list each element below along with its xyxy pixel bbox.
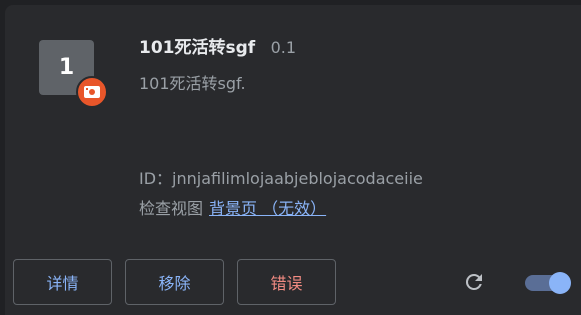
extension-title-row: 101死活转sgf 0.1 [139,36,296,60]
details-button[interactable]: 详情 [13,259,112,305]
remove-button[interactable]: 移除 [125,259,224,305]
unpacked-extension-icon [76,76,108,108]
extension-id-label: ID： [139,169,173,188]
inspect-views-row: 检查视图 背景页 （无效） [139,197,326,221]
extension-description: 101死活转sgf. [139,74,246,93]
reload-icon[interactable] [462,270,486,294]
toggle-knob [549,272,571,294]
extension-enable-toggle[interactable] [525,272,571,294]
extension-id-row: ID：jnnjafilimlojaabjeblojacodaceiie [139,167,423,191]
errors-button[interactable]: 错误 [237,259,336,305]
extension-name: 101死活转sgf [139,38,256,58]
extension-id: jnnjafilimlojaabjeblojacodaceiie [172,169,423,188]
background-page-link[interactable]: 背景页 （无效） [209,199,326,218]
extension-icon-letter: 1 [58,55,75,80]
inspect-views-label: 检查视图 [139,199,204,218]
extension-version: 0.1 [270,38,297,57]
